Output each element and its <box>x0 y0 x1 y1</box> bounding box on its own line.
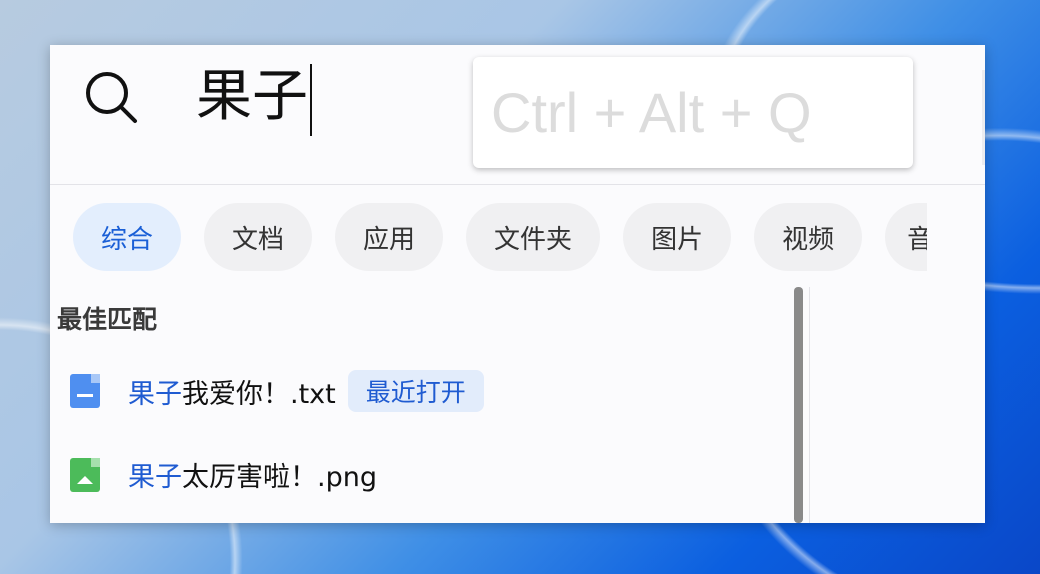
query-text: 果子 <box>196 64 308 129</box>
search-icon <box>86 72 137 123</box>
hotkey-field[interactable]: Ctrl + Alt + Q <box>473 57 913 168</box>
divider <box>50 184 985 185</box>
divider <box>982 70 985 165</box>
search-window: 果子 Ctrl + Alt + Q 综合 文档 应用 文件夹 图片 视频 音 最… <box>50 45 985 523</box>
txt-file-icon <box>70 374 100 408</box>
scrollbar[interactable] <box>794 287 803 523</box>
category-tabs: 综合 文档 应用 文件夹 图片 视频 音 <box>73 203 928 271</box>
tab-all[interactable]: 综合 <box>73 203 182 271</box>
result-highlight: 果子 <box>128 378 182 410</box>
recent-badge: 最近打开 <box>347 370 484 412</box>
text-caret <box>310 63 312 136</box>
tab-documents[interactable]: 文档 <box>204 203 313 271</box>
result-name: 太厉害啦！.png <box>182 462 377 493</box>
result-name: 我爱你！.txt <box>182 378 336 410</box>
result-item[interactable]: 果子 我爱你！.txt 最近打开 <box>70 370 484 412</box>
divider <box>809 287 810 523</box>
tab-music[interactable]: 音 <box>885 203 928 271</box>
tab-apps[interactable]: 应用 <box>335 203 444 271</box>
tab-folders[interactable]: 文件夹 <box>466 203 601 271</box>
search-input[interactable]: 果子 <box>196 57 312 137</box>
section-title: 最佳匹配 <box>57 305 158 334</box>
result-highlight: 果子 <box>128 462 182 493</box>
tab-videos[interactable]: 视频 <box>754 203 863 271</box>
image-file-icon <box>70 457 100 492</box>
tab-images[interactable]: 图片 <box>623 203 732 271</box>
hotkey-placeholder: Ctrl + Alt + Q <box>491 81 812 144</box>
result-item[interactable]: 果子 太厉害啦！.png <box>70 455 377 494</box>
